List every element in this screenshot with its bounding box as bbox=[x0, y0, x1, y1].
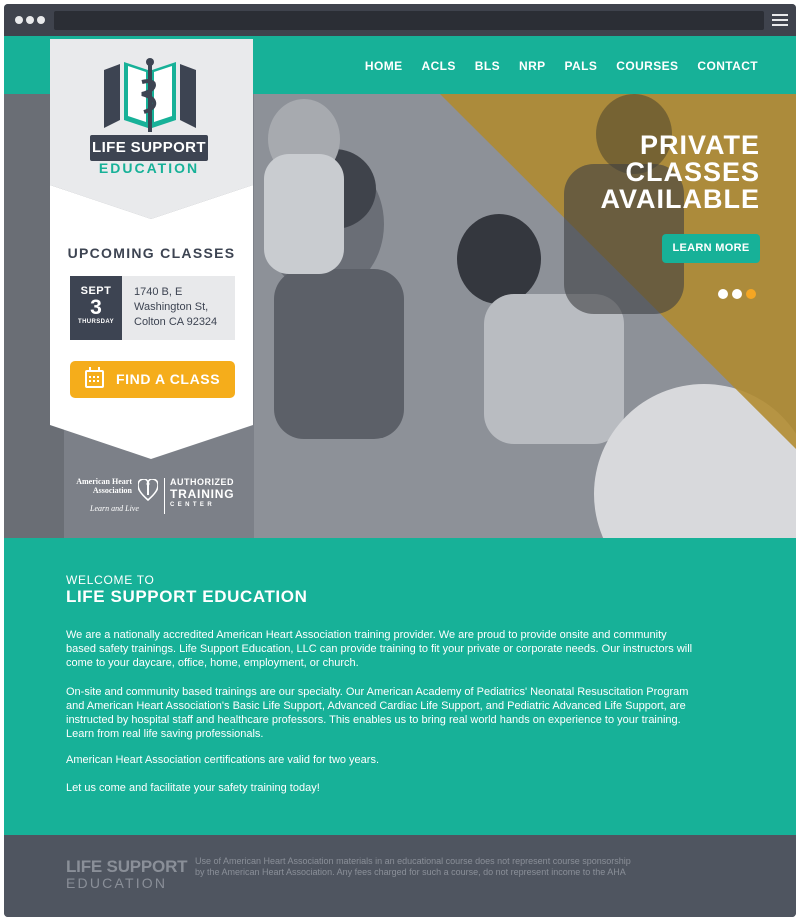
window-dot[interactable] bbox=[26, 16, 34, 24]
main-nav: HOME ACLS BLS NRP PALS COURSES CONTACT bbox=[365, 59, 758, 73]
aha-name-line: American Heart bbox=[76, 477, 132, 486]
heart-torch-icon bbox=[138, 479, 158, 501]
class-weekday: THURSDAY bbox=[78, 319, 114, 325]
nav-courses[interactable]: COURSES bbox=[616, 59, 678, 73]
slider-dot[interactable] bbox=[732, 289, 742, 299]
welcome-paragraph: We are a nationally accredited American … bbox=[66, 629, 693, 669]
slider-dot[interactable] bbox=[718, 289, 728, 299]
slider-pagination bbox=[718, 289, 756, 299]
calendar-icon bbox=[85, 367, 104, 388]
welcome-pretitle: WELCOME TO bbox=[66, 573, 155, 587]
browser-window: HOME ACLS BLS NRP PALS COURSES CONTACT P… bbox=[4, 4, 796, 917]
aha-authorized-text: AUTHORIZED TRAINING CENTER bbox=[170, 477, 234, 511]
aha-name: American Heart Association bbox=[70, 477, 132, 495]
welcome-paragraph: On-site and community based trainings ar… bbox=[66, 686, 689, 740]
hero-headline-line: PRIVATE bbox=[639, 130, 760, 160]
hero-headline: PRIVATE CLASSES AVAILABLE bbox=[601, 132, 761, 213]
class-day: 3 bbox=[90, 296, 102, 319]
aha-tagline: Learn and Live bbox=[90, 504, 139, 513]
address-line: Washington St, bbox=[134, 301, 209, 313]
logo-wordmark-top[interactable]: LIFE SUPPORT bbox=[90, 135, 208, 161]
slider-dot-active[interactable] bbox=[746, 289, 756, 299]
welcome-paragraph: Let us come and facilitate your safety t… bbox=[66, 782, 320, 794]
address-line: Colton CA 92324 bbox=[134, 316, 218, 328]
aha-training-label: TRAINING bbox=[170, 487, 235, 501]
window-controls bbox=[15, 16, 45, 24]
hero-headline-line: CLASSES bbox=[625, 157, 760, 187]
menu-icon[interactable] bbox=[772, 14, 788, 26]
class-date-badge: SEPT 3 THURSDAY bbox=[70, 276, 122, 340]
nav-nrp[interactable]: NRP bbox=[519, 59, 546, 73]
nav-acls[interactable]: ACLS bbox=[422, 59, 456, 73]
footer-logo-top[interactable]: LIFE SUPPORT bbox=[66, 857, 188, 877]
class-address[interactable]: 1740 B, E Washington St, Colton CA 92324 bbox=[122, 276, 235, 340]
footer-logo-bottom[interactable]: EDUCATION bbox=[66, 875, 167, 891]
nav-pals[interactable]: PALS bbox=[565, 59, 598, 73]
nav-contact[interactable]: CONTACT bbox=[697, 59, 758, 73]
window-dot[interactable] bbox=[15, 16, 23, 24]
upcoming-classes-heading: UPCOMING CLASSES bbox=[67, 245, 236, 261]
browser-toolbar bbox=[4, 4, 796, 36]
nav-home[interactable]: HOME bbox=[365, 59, 403, 73]
hero-headline-line: AVAILABLE bbox=[600, 184, 760, 214]
address-bar[interactable] bbox=[54, 11, 764, 30]
welcome-section: WELCOME TO LIFE SUPPORT EDUCATION We are… bbox=[4, 538, 796, 835]
footer-disclaimer: Use of American Heart Association materi… bbox=[195, 856, 631, 877]
logo-wordmark-bottom[interactable]: EDUCATION bbox=[90, 160, 208, 176]
address-line: 1740 B, E bbox=[134, 286, 183, 298]
learn-more-button[interactable]: LEARN MORE bbox=[662, 234, 760, 263]
aha-divider bbox=[164, 478, 165, 514]
logo-emblem-icon bbox=[104, 58, 196, 132]
site-footer: LIFE SUPPORT EDUCATION Use of American H… bbox=[4, 835, 796, 917]
aha-center-label: CENTER bbox=[170, 502, 216, 508]
aha-name-line: Association bbox=[92, 486, 132, 495]
welcome-title: LIFE SUPPORT EDUCATION bbox=[66, 587, 308, 606]
window-dot[interactable] bbox=[37, 16, 45, 24]
welcome-paragraph: American Heart Association certification… bbox=[66, 754, 380, 766]
nav-bls[interactable]: BLS bbox=[475, 59, 500, 73]
